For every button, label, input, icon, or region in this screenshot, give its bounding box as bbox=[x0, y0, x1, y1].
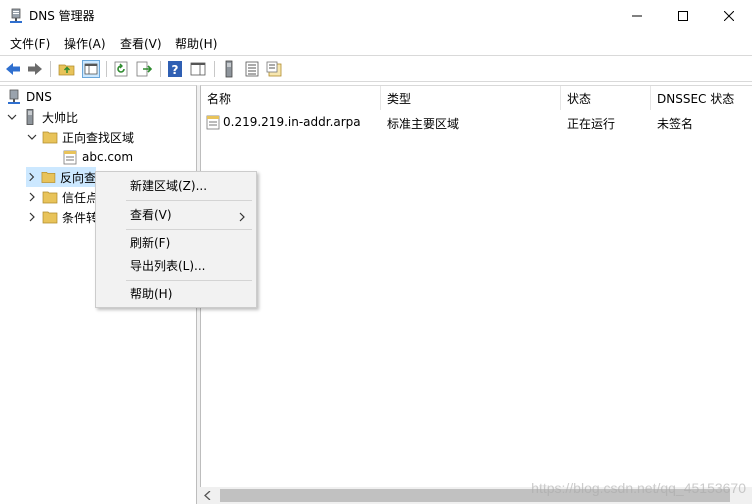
toolbar-separator bbox=[160, 61, 161, 77]
menu-item-new-zone[interactable]: 新建区域(Z)... bbox=[130, 178, 207, 194]
cell-type: 标准主要区域 bbox=[387, 117, 460, 131]
menu-help[interactable]: 帮助(H) bbox=[175, 36, 217, 52]
cell-dnssec: 未签名 bbox=[657, 117, 694, 131]
folder-icon bbox=[42, 131, 58, 144]
window-title: DNS 管理器 bbox=[29, 9, 95, 23]
tree-item-abc-zone[interactable]: abc.com bbox=[62, 147, 133, 167]
svg-text:?: ? bbox=[172, 63, 179, 77]
chevron-down-icon[interactable] bbox=[26, 131, 38, 143]
tree-label: DNS bbox=[26, 90, 52, 104]
tree-item-forward-zone[interactable]: 正向查找区域 bbox=[26, 127, 134, 147]
menu-bar: 文件(F) 操作(A) 查看(V) 帮助(H) bbox=[0, 32, 752, 54]
tree-item-trust-points[interactable]: 信任点 bbox=[26, 187, 98, 207]
tree-label: 条件转 bbox=[62, 210, 99, 225]
tree-item-reverse-zone[interactable]: 反向查 bbox=[26, 167, 96, 187]
watermark: https://blog.csdn.net/qq_45153670 bbox=[531, 480, 746, 496]
chevron-right-icon[interactable] bbox=[26, 191, 38, 203]
zone-file-icon bbox=[206, 115, 220, 130]
menu-separator bbox=[126, 280, 252, 281]
maximize-button[interactable] bbox=[660, 0, 706, 32]
column-header-type[interactable]: 类型 bbox=[381, 86, 561, 110]
dns-icon bbox=[8, 89, 20, 104]
cell-name: 0.219.219.in-addr.arpa bbox=[223, 115, 361, 129]
server-icon bbox=[26, 109, 34, 125]
context-menu: 新建区域(Z)... 查看(V) 刷新(F) 导出列表(L)... 帮助(H) bbox=[95, 171, 257, 308]
title-bar: DNS 管理器 bbox=[0, 0, 752, 32]
menu-item-view[interactable]: 查看(V) bbox=[130, 207, 172, 223]
menu-item-refresh[interactable]: 刷新(F) bbox=[130, 235, 170, 251]
toolbar-separator bbox=[50, 61, 51, 77]
help-icon[interactable]: ? bbox=[166, 60, 184, 78]
forward-arrow-icon[interactable] bbox=[26, 60, 44, 78]
menu-view[interactable]: 查看(V) bbox=[120, 36, 162, 52]
submenu-arrow-icon bbox=[239, 212, 245, 222]
column-header-dnssec[interactable]: DNSSEC 状态 bbox=[651, 86, 752, 110]
toolbar-separator bbox=[214, 61, 215, 77]
chevron-right-icon[interactable] bbox=[26, 171, 37, 183]
close-button[interactable] bbox=[706, 0, 752, 32]
server-icon[interactable] bbox=[220, 60, 238, 78]
tree-label: 大帅比 bbox=[42, 110, 79, 125]
close-icon bbox=[724, 11, 734, 21]
menu-item-export-list[interactable]: 导出列表(L)... bbox=[130, 258, 206, 274]
list-icon[interactable] bbox=[243, 60, 261, 78]
menu-separator bbox=[126, 229, 252, 230]
back-arrow-icon[interactable] bbox=[4, 60, 22, 78]
zone-file-icon bbox=[63, 150, 77, 165]
menu-item-help[interactable]: 帮助(H) bbox=[130, 286, 172, 302]
scroll-left-icon[interactable] bbox=[204, 491, 212, 500]
tree-item-server[interactable]: 大帅比 bbox=[6, 107, 78, 127]
up-folder-icon[interactable] bbox=[58, 60, 76, 78]
folder-icon bbox=[42, 191, 58, 204]
column-header-status[interactable]: 状态 bbox=[561, 86, 651, 110]
tree-item-dns[interactable]: DNS bbox=[6, 87, 52, 107]
folder-icon bbox=[42, 211, 58, 224]
minimize-button[interactable] bbox=[614, 0, 660, 32]
results-list[interactable]: 名称 类型 状态 DNSSEC 状态 0.219.219.in-addr.arp… bbox=[200, 85, 752, 504]
tree-label: 反向查 bbox=[59, 170, 96, 185]
maximize-icon bbox=[678, 11, 688, 21]
chevron-down-icon[interactable] bbox=[6, 111, 18, 123]
table-row[interactable]: 0.219.219.in-addr.arpa 标准主要区域 正在运行 未签名 bbox=[201, 112, 752, 132]
refresh-icon[interactable] bbox=[112, 60, 130, 78]
minimize-icon bbox=[632, 15, 642, 17]
cell-status: 正在运行 bbox=[567, 117, 616, 131]
chevron-right-icon[interactable] bbox=[26, 211, 38, 223]
menu-separator bbox=[126, 200, 252, 201]
folder-icon bbox=[41, 172, 56, 183]
toolbar-separator bbox=[106, 61, 107, 77]
menu-action[interactable]: 操作(A) bbox=[64, 36, 106, 52]
zone-icon[interactable] bbox=[266, 60, 284, 78]
show-hide-console-tree-icon[interactable] bbox=[82, 60, 100, 78]
tree-label: 正向查找区域 bbox=[62, 130, 135, 145]
column-header-name[interactable]: 名称 bbox=[201, 86, 381, 110]
tree-item-conditional-forwarders[interactable]: 条件转 bbox=[26, 207, 98, 227]
tree-label: abc.com bbox=[82, 150, 134, 164]
export-list-icon[interactable] bbox=[135, 60, 153, 78]
show-hide-action-pane-icon[interactable] bbox=[189, 60, 207, 78]
tree-label: 信任点 bbox=[62, 190, 99, 205]
menu-file[interactable]: 文件(F) bbox=[10, 36, 50, 52]
toolbar: ? bbox=[0, 55, 752, 82]
dns-app-icon bbox=[10, 8, 22, 23]
